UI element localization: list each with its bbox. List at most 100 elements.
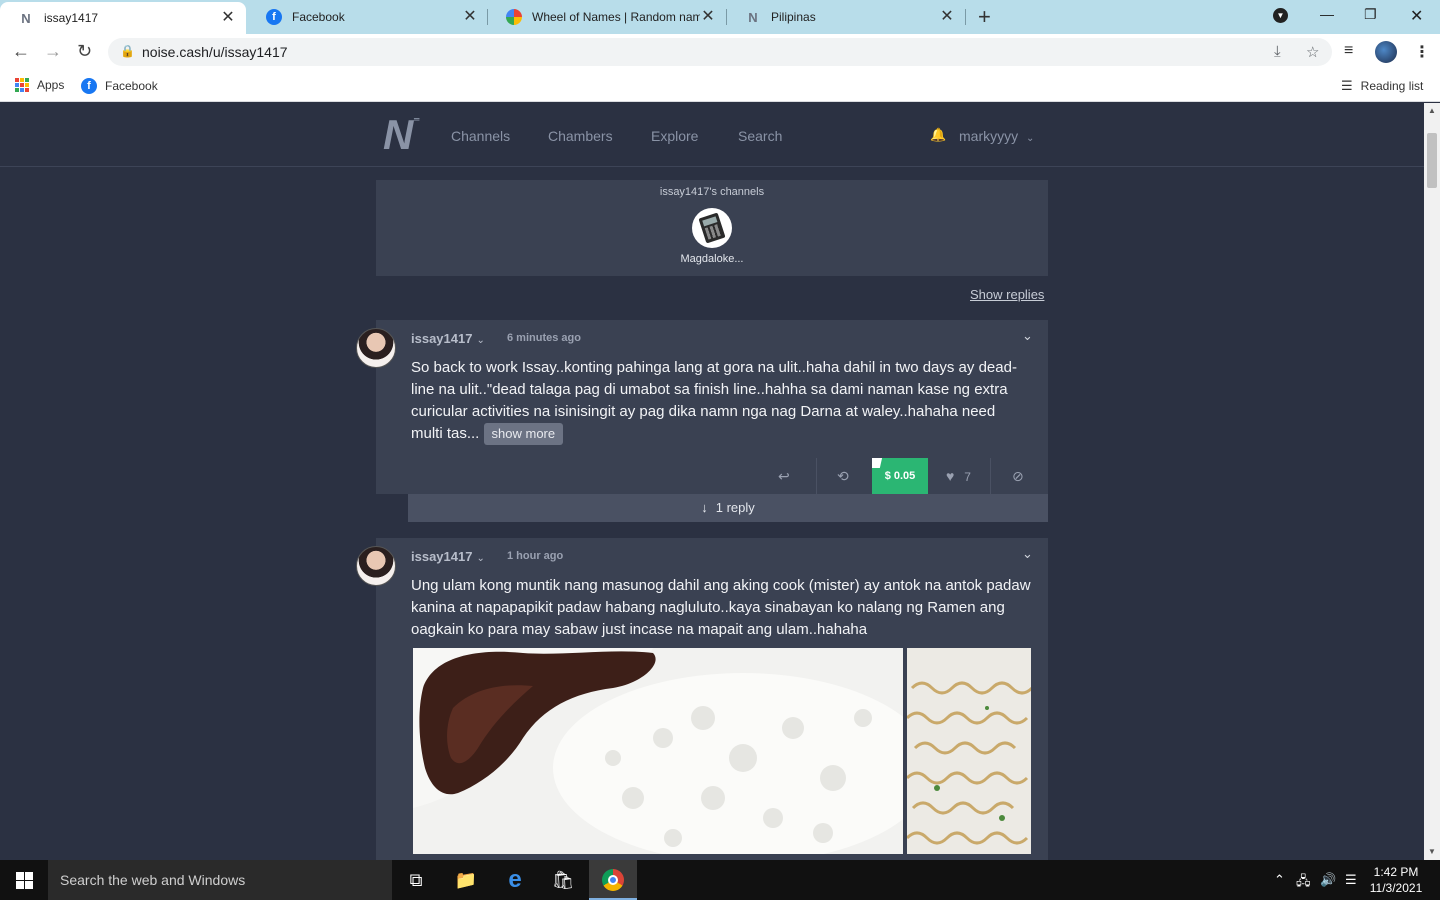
channel-avatar[interactable] [692,208,732,248]
bookmark-label: Reading list [1360,79,1424,93]
tab-issay1417[interactable]: N issay1417 ✕ [0,2,246,34]
action-separator [990,458,991,494]
post-image-food[interactable] [413,648,903,854]
chrome-icon [601,868,625,892]
address-bar[interactable]: 🔒 noise.cash/u/issay1417 ⤓ ☆ [108,38,1332,66]
menu-dots-icon[interactable]: ⋮ [1414,42,1430,62]
tray-chevron-icon[interactable]: ⌃ [1274,872,1285,888]
nav-explore[interactable]: Explore [651,128,698,144]
author-name: issay1417 [411,331,473,346]
nav-channels[interactable]: Channels [451,128,510,144]
food-photo [413,648,903,854]
facebook-icon: f [266,9,282,25]
post-image-ramen[interactable] [907,648,1031,854]
url-text: noise.cash/u/issay1417 [142,44,288,60]
bookmark-facebook[interactable]: f Facebook [81,78,158,94]
channel-name[interactable]: Magdaloke... [376,253,1048,265]
new-tab-button[interactable]: + [978,6,991,28]
nav-chambers[interactable]: Chambers [548,128,613,144]
apps-grid-icon [15,78,29,92]
block-icon[interactable]: ⊘ [1012,468,1024,485]
forward-arrow-icon[interactable]: → [44,41,62,62]
tip-button[interactable]: $ 0.05 [872,458,928,494]
clock-date: 11/3/2021 [1369,881,1423,895]
avatar[interactable] [356,328,396,368]
show-replies-link[interactable]: Show replies [970,287,1044,302]
volume-icon[interactable]: 🔊 [1320,872,1336,888]
repost-icon[interactable]: ⟲ [837,468,849,485]
tab-title: issay1417 [44,11,99,25]
reply-count: 1 reply [715,500,755,515]
clock-time: 1:42 PM [1373,865,1419,879]
noise-logo[interactable]: N ⁼ [383,111,421,159]
post-time[interactable]: 1 hour ago [507,550,563,562]
post-body: Ung ulam kong muntik nang masunog dahil … [411,577,1031,638]
star-icon[interactable]: ☆ [1306,43,1319,61]
show-more-button[interactable]: show more [483,423,564,445]
tab-wheel-of-names[interactable]: Wheel of Names | Random name ✕ [488,0,726,34]
facebook-icon: f [81,78,97,94]
taskbar-search[interactable]: Search the web and Windows [48,860,392,900]
reading-list-icon: ☰ [1341,78,1353,93]
window-close-icon[interactable]: ✕ [1410,6,1423,26]
close-icon[interactable]: ✕ [462,9,478,25]
back-arrow-icon[interactable]: ← [12,41,30,62]
reload-icon[interactable]: ↻ [77,41,92,62]
network-icon[interactable]: 🖧 [1296,872,1311,894]
post-time[interactable]: 6 minutes ago [507,332,581,344]
install-icon[interactable]: ⤓ [1274,43,1281,60]
chevron-down-icon: ⌄ [476,335,485,346]
replies-toggle[interactable]: ↓ 1 reply [408,494,1048,522]
reply-icon[interactable]: ↩ [778,468,790,485]
user-menu[interactable]: markyyyy ⌄ [959,128,1034,144]
site-nav: N ⁼ Channels Chambers Explore Search 🔔 ma… [0,103,1424,167]
chevron-down-icon[interactable]: ⌄ [1022,328,1033,344]
scroll-thumb[interactable] [1427,133,1437,188]
username: markyyyy [959,128,1019,144]
edge-icon[interactable]: e [503,866,527,893]
close-icon[interactable]: ✕ [220,10,236,26]
post-author[interactable]: issay1417 ⌄ [411,549,485,564]
tab-strip: N issay1417 ✕ f Facebook ✕ Wheel of Name… [0,0,1440,34]
minimize-icon[interactable]: — [1320,6,1334,22]
author-name: issay1417 [411,549,473,564]
tab-separator [965,9,966,25]
store-icon[interactable]: 🛍 [551,868,575,892]
channels-title: issay1417's channels [659,186,765,198]
close-icon[interactable]: ✕ [939,9,955,25]
tab-pilipinas[interactable]: N Pilipinas ✕ [727,0,965,34]
task-view-icon[interactable]: ⧉ [404,868,428,892]
reading-list-button[interactable]: ☰ Reading list [1341,78,1423,94]
restore-icon[interactable]: ❐ [1364,6,1377,23]
tab-facebook[interactable]: f Facebook ✕ [248,0,488,34]
page-scrollbar[interactable]: ▲ ▼ [1424,103,1440,860]
notifications-icon[interactable]: ☰ [1345,872,1357,888]
chevron-down-icon: ⌄ [476,553,485,564]
tab-search-icon[interactable]: ▼ [1273,8,1288,23]
search-placeholder: Search the web and Windows [60,872,246,888]
profile-avatar[interactable] [1375,41,1397,63]
post-actions: ↩ ⟲ $ 0.05 ♥ 7 ⊘ [376,458,1048,494]
scroll-up-icon[interactable]: ▲ [1428,106,1436,115]
media-control-icon[interactable]: ≡ [1344,42,1353,60]
heart-icon: ♥ [946,468,955,484]
post-text: So back to work Issay..konting pahinga l… [411,357,1031,445]
chevron-down-icon[interactable]: ⌄ [1022,546,1033,562]
like-button[interactable]: ♥ 7 [946,468,971,484]
tab-title: Pilipinas [771,10,816,24]
arrow-down-icon: ↓ [701,500,708,515]
bell-icon[interactable]: 🔔 [930,127,946,143]
file-explorer-icon[interactable]: 📁 [454,868,478,892]
avatar[interactable] [356,546,396,586]
noise-icon: N [748,9,758,25]
ramen-photo [907,648,1031,854]
taskbar-clock[interactable]: 1:42 PM 11/3/2021 [1366,864,1426,896]
scroll-down-icon[interactable]: ▼ [1428,847,1436,856]
post-author[interactable]: issay1417 ⌄ [411,331,485,346]
post-card: issay1417 ⌄ 1 hour ago ⌄ Ung ulam kong mu… [356,538,1048,860]
bookmark-apps[interactable]: Apps [15,78,64,92]
windows-start-icon[interactable] [16,872,33,889]
chrome-taskbar-button[interactable] [589,860,637,900]
close-icon[interactable]: ✕ [700,9,716,25]
nav-search[interactable]: Search [738,128,782,144]
